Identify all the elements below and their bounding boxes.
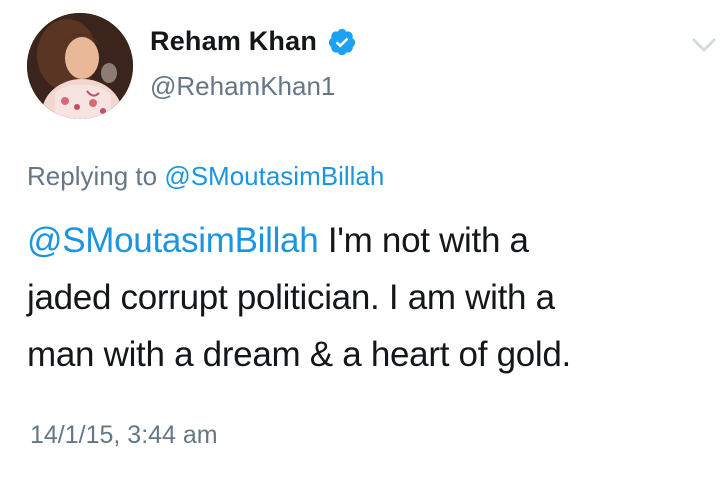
verified-badge-icon [327, 27, 357, 57]
author-row: Reham Khan [150, 26, 357, 57]
replying-to: Replying to @SMoutasimBillah [27, 161, 384, 192]
tweet-card: Reham Khan @RehamKhan1 Replying to @SMou… [0, 0, 720, 487]
replying-to-label: Replying to [27, 161, 158, 191]
avatar-photo [27, 13, 133, 119]
tweet-line-2: jaded corrupt politician. I am with a [27, 278, 555, 317]
avatar[interactable] [27, 13, 133, 119]
tweet-line-1: @SMoutasimBillah I'm not with a [27, 212, 707, 269]
author-handle[interactable]: @RehamKhan1 [150, 71, 335, 102]
display-name[interactable]: Reham Khan [150, 26, 317, 57]
tweet-line-3: man with a dream & a heart of gold. [27, 335, 571, 374]
tweet-text: @SMoutasimBillah I'm not with a jaded co… [27, 212, 707, 383]
tweet-mention-link[interactable]: @SMoutasimBillah [27, 221, 319, 260]
tweet-timestamp[interactable]: 14/1/15, 3:44 am [30, 421, 218, 450]
chevron-down-icon[interactable] [690, 36, 718, 54]
tweet-line-1-text: I'm not with a [318, 221, 529, 260]
replying-to-mention[interactable]: @SMoutasimBillah [164, 161, 384, 191]
